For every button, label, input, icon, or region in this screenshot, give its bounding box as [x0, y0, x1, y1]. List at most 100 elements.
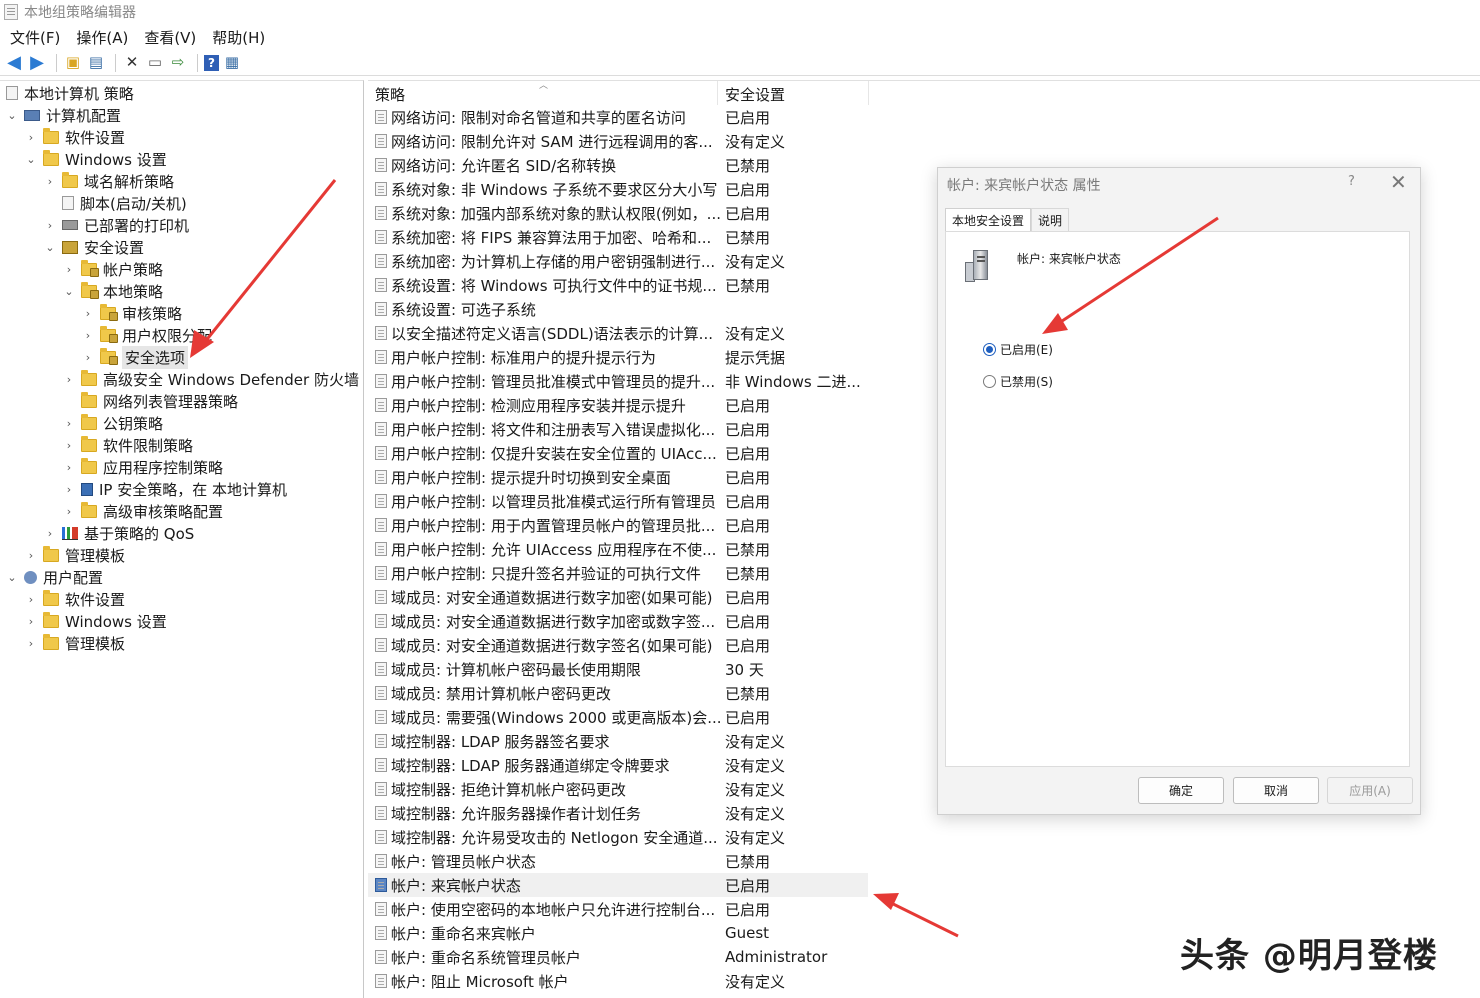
table-row[interactable]: 网络访问: 限制对命名管道和共享的匿名访问已启用 [368, 105, 868, 129]
chevron-right-icon[interactable]: › [25, 131, 37, 144]
table-row[interactable]: 帐户: 阻止 Microsoft 帐户没有定义 [368, 969, 868, 993]
menu-action[interactable]: 操作(A) [76, 27, 128, 48]
table-row[interactable]: 域控制器: 拒绝计算机帐户密码更改没有定义 [368, 777, 868, 801]
table-row[interactable]: 系统加密: 为计算机上存储的用户密钥强制进行...没有定义 [368, 249, 868, 273]
tree-node[interactable]: ›IP 安全策略，在 本地计算机 [63, 478, 287, 500]
table-row[interactable]: 网络访问: 限制允许对 SAM 进行远程调用的客...没有定义 [368, 129, 868, 153]
column-header-policy[interactable]: 策略 [375, 84, 405, 105]
tree-node[interactable]: ›软件限制策略 [63, 434, 193, 456]
tree-node[interactable]: ⌄计算机配置 [6, 104, 121, 126]
close-icon[interactable]: ✕ [1390, 170, 1407, 194]
chevron-right-icon[interactable]: › [44, 175, 56, 188]
tab-local-security-setting[interactable]: 本地安全设置 [945, 208, 1031, 232]
tree-node[interactable]: ›软件设置 [25, 588, 125, 610]
table-row[interactable]: 帐户: 重命名系统管理员帐户Administrator [368, 945, 868, 969]
tree-node[interactable]: ›用户权限分配 [82, 324, 212, 346]
tree-node[interactable]: ›公钥策略 [63, 412, 163, 434]
up-folder-icon[interactable]: ▣ [63, 53, 83, 73]
chevron-right-icon[interactable]: › [63, 483, 75, 496]
table-row[interactable]: 用户帐户控制: 用于内置管理员帐户的管理员批...已启用 [368, 513, 868, 537]
show-hide-tree-icon[interactable]: ▤ [86, 53, 106, 73]
tree-node[interactable]: ›管理模板 [25, 544, 125, 566]
chevron-right-icon[interactable]: › [44, 219, 56, 232]
radio-enabled-button[interactable] [983, 343, 996, 356]
chevron-right-icon[interactable]: › [82, 351, 94, 364]
chevron-right-icon[interactable]: › [63, 373, 75, 386]
cancel-button[interactable]: 取消 [1233, 777, 1319, 804]
forward-icon[interactable]: ▶ [27, 53, 47, 73]
table-row[interactable]: 用户帐户控制: 允许 UIAccess 应用程序在不使...已禁用 [368, 537, 868, 561]
export-list-icon[interactable]: ⇨ [168, 53, 188, 73]
table-row[interactable]: 用户帐户控制: 将文件和注册表写入错误虚拟化...已启用 [368, 417, 868, 441]
chevron-right-icon[interactable]: › [25, 615, 37, 628]
table-row[interactable]: 以安全描述符定义语言(SDDL)语法表示的计算...没有定义 [368, 321, 868, 345]
chevron-down-icon[interactable]: ⌄ [63, 285, 75, 298]
tree-node[interactable]: ›管理模板 [25, 632, 125, 654]
tree-node[interactable]: ›基于策略的 QoS [44, 522, 194, 544]
table-row[interactable]: 用户帐户控制: 管理员批准模式中管理员的提升...非 Windows 二进... [368, 369, 868, 393]
table-row[interactable]: 用户帐户控制: 标准用户的提升提示行为提示凭据 [368, 345, 868, 369]
tree-node[interactable]: 网络列表管理器策略 [63, 390, 238, 412]
chevron-right-icon[interactable]: › [63, 461, 75, 474]
chevron-right-icon[interactable]: › [63, 505, 75, 518]
table-row[interactable]: 用户帐户控制: 检测应用程序安装并提示提升已启用 [368, 393, 868, 417]
chevron-down-icon[interactable]: ⌄ [6, 109, 18, 122]
menu-file[interactable]: 文件(F) [10, 27, 60, 48]
table-row[interactable]: 网络访问: 允许匿名 SID/名称转换已禁用 [368, 153, 868, 177]
tree-node[interactable]: ›安全选项 [82, 346, 188, 368]
column-divider[interactable] [717, 81, 718, 105]
tree-node[interactable]: 本地计算机 策略 [6, 82, 134, 104]
menu-help[interactable]: 帮助(H) [212, 27, 265, 48]
table-row[interactable]: 系统对象: 非 Windows 子系统不要求区分大小写已启用 [368, 177, 868, 201]
chevron-right-icon[interactable]: › [25, 637, 37, 650]
table-row[interactable]: 域成员: 计算机帐户密码最长使用期限30 天 [368, 657, 868, 681]
back-icon[interactable]: ◀ [4, 53, 24, 73]
chevron-right-icon[interactable]: › [44, 527, 56, 540]
view-icon[interactable]: ▦ [222, 53, 242, 73]
table-row[interactable]: 域成员: 需要强(Windows 2000 或更高版本)会...已启用 [368, 705, 868, 729]
table-row[interactable]: 系统设置: 可选子系统 [368, 297, 868, 321]
table-row[interactable]: 域控制器: LDAP 服务器通道绑定令牌要求没有定义 [368, 753, 868, 777]
chevron-right-icon[interactable]: › [82, 307, 94, 320]
help-button-icon[interactable]: ? [1348, 174, 1355, 189]
tree-node[interactable]: ›高级安全 Windows Defender 防火墙 [63, 368, 359, 390]
tree-node[interactable]: ›软件设置 [25, 126, 125, 148]
table-row[interactable]: 用户帐户控制: 只提升签名并验证的可执行文件已禁用 [368, 561, 868, 585]
radio-enabled[interactable]: 已启用(E) [983, 341, 1053, 358]
table-row[interactable]: 域成员: 对安全通道数据进行数字加密或数字签...已启用 [368, 609, 868, 633]
column-divider[interactable] [868, 81, 869, 105]
table-row[interactable]: 用户帐户控制: 提示提升时切换到安全桌面已启用 [368, 465, 868, 489]
tree-node[interactable]: ⌄本地策略 [63, 280, 163, 302]
tree-node[interactable]: ›帐户策略 [63, 258, 163, 280]
table-row[interactable]: 系统加密: 将 FIPS 兼容算法用于加密、哈希和...已禁用 [368, 225, 868, 249]
radio-disabled-label[interactable]: 已禁用(S) [1000, 373, 1053, 390]
tab-explain[interactable]: 说明 [1031, 208, 1069, 232]
radio-disabled-button[interactable] [983, 375, 996, 388]
help-icon[interactable]: ? [204, 55, 219, 71]
table-row[interactable]: 用户帐户控制: 以管理员批准模式运行所有管理员已启用 [368, 489, 868, 513]
tree-node[interactable]: ›审核策略 [82, 302, 182, 324]
radio-disabled[interactable]: 已禁用(S) [983, 373, 1053, 390]
table-row[interactable]: 域成员: 禁用计算机帐户密码更改已禁用 [368, 681, 868, 705]
table-row[interactable]: 用户帐户控制: 仅提升安装在安全位置的 UIAcc...已启用 [368, 441, 868, 465]
chevron-right-icon[interactable]: › [82, 329, 94, 342]
chevron-right-icon[interactable]: › [63, 263, 75, 276]
chevron-down-icon[interactable]: ⌄ [44, 241, 56, 254]
chevron-down-icon[interactable]: ⌄ [6, 571, 18, 584]
chevron-right-icon[interactable]: › [63, 439, 75, 452]
tree-node[interactable]: ⌄Windows 设置 [25, 148, 167, 170]
table-row[interactable]: 域成员: 对安全通道数据进行数字加密(如果可能)已启用 [368, 585, 868, 609]
radio-enabled-label[interactable]: 已启用(E) [1000, 341, 1053, 358]
table-row[interactable]: 系统设置: 将 Windows 可执行文件中的证书规...已禁用 [368, 273, 868, 297]
table-row[interactable]: 域成员: 对安全通道数据进行数字签名(如果可能)已启用 [368, 633, 868, 657]
tree-node[interactable]: ›Windows 设置 [25, 610, 167, 632]
table-row[interactable]: 帐户: 重命名来宾帐户Guest [368, 921, 868, 945]
properties-icon[interactable]: ▭ [145, 53, 165, 73]
table-row[interactable]: 域控制器: 允许服务器操作者计划任务没有定义 [368, 801, 868, 825]
ok-button[interactable]: 确定 [1138, 777, 1224, 804]
tree-node[interactable]: ›高级审核策略配置 [63, 500, 223, 522]
apply-button[interactable]: 应用(A) [1327, 777, 1413, 804]
table-row[interactable]: 帐户: 来宾帐户状态已启用 [368, 873, 868, 897]
tree-node[interactable]: ⌄用户配置 [6, 566, 103, 588]
chevron-right-icon[interactable]: › [63, 417, 75, 430]
